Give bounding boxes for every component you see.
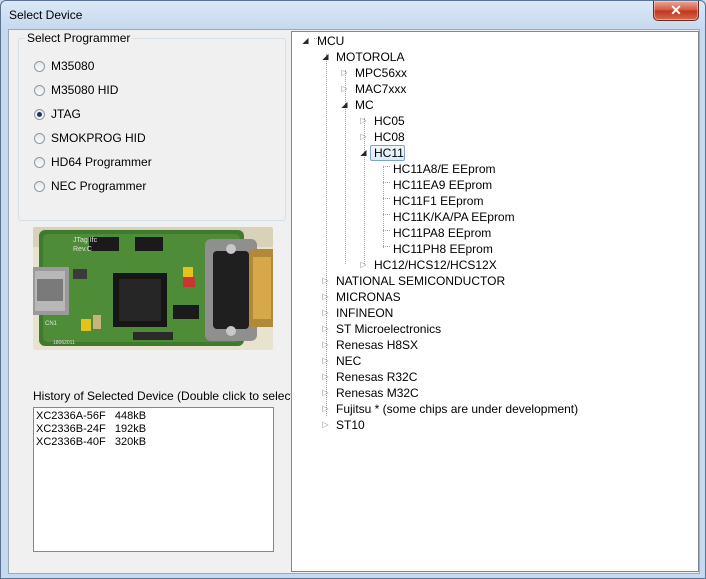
tree-node-hc12[interactable]: HC12/HCS12/HCS12X — [374, 257, 497, 273]
radio-circle — [34, 84, 45, 96]
tree-guide-line — [383, 246, 390, 247]
radio-label: NEC Programmer — [51, 179, 147, 193]
tree-node-st-microelectronics[interactable]: ST Microelectronics — [336, 321, 441, 337]
close-button[interactable]: ✕ — [653, 1, 699, 21]
programmer-photo: JTag Ifc Rev.C CN1 18062011 — [33, 227, 273, 350]
tree-node-hc08[interactable]: HC08 — [374, 129, 405, 145]
history-item[interactable]: XC2336A-56F 448kB — [36, 410, 146, 423]
radio-label: JTAG — [51, 107, 81, 121]
radio-circle — [34, 60, 45, 72]
tree-node-infineon[interactable]: INFINEON — [336, 305, 393, 321]
collapsed-arrow-icon[interactable]: ▷ — [321, 289, 330, 305]
tree-node-st10[interactable]: ST10 — [336, 417, 365, 433]
collapsed-arrow-icon[interactable]: ▷ — [321, 337, 330, 353]
close-icon: ✕ — [670, 2, 682, 18]
radio-jtag[interactable]: JTAG — [34, 106, 81, 122]
board-connector-ref: CN1 — [45, 321, 58, 327]
tree-guide-line — [383, 214, 390, 215]
expanded-arrow-icon[interactable]: ◢ — [321, 49, 330, 65]
collapsed-arrow-icon[interactable]: ▷ — [359, 113, 368, 129]
collapsed-arrow-icon[interactable]: ▷ — [321, 321, 330, 337]
tree-node-renesas-m32c[interactable]: Renesas M32C — [336, 385, 419, 401]
tree-node-hc11-selected[interactable]: HC11 — [374, 145, 404, 161]
tree-guide-line — [383, 198, 390, 199]
history-listbox[interactable]: XC2336A-56F 448kB XC2336B-24F 192kB XC23… — [33, 407, 274, 552]
collapsed-arrow-icon[interactable]: ▷ — [340, 81, 349, 97]
radio-circle — [34, 156, 45, 168]
tree-node-hc05[interactable]: HC05 — [374, 113, 405, 129]
tree-node-hc11ea9-eeprom[interactable]: HC11EA9 EEprom — [393, 177, 492, 193]
collapsed-arrow-icon[interactable]: ▷ — [321, 417, 330, 433]
tree-node-hc11ph8-eeprom[interactable]: HC11PH8 EEprom — [393, 241, 493, 257]
tree-node-nec[interactable]: NEC — [336, 353, 361, 369]
board-date: 18062011 — [53, 340, 75, 346]
collapsed-arrow-icon[interactable]: ▷ — [359, 257, 368, 273]
tree-guide-line — [383, 166, 384, 248]
board-caption: JTag Ifc — [73, 237, 98, 244]
expanded-arrow-icon[interactable]: ◢ — [359, 145, 368, 161]
device-tree[interactable]: ◢ MCU ◢ MOTOROLA ▷ MPC56xx ▷ MAC7xxx ◢ M… — [291, 31, 699, 572]
tree-node-renesas-r32c[interactable]: Renesas R32C — [336, 369, 417, 385]
tree-node-hc11pa8-eeprom[interactable]: HC11PA8 EEprom — [393, 225, 491, 241]
collapsed-arrow-icon[interactable]: ▷ — [321, 401, 330, 417]
tree-node-mc[interactable]: MC — [355, 97, 374, 113]
tree-guide-line — [383, 182, 390, 183]
board-rev: Rev.C — [73, 246, 92, 253]
history-item[interactable]: XC2336B-24F 192kB — [36, 423, 146, 436]
radio-circle — [34, 132, 45, 144]
jtag-board-image: JTag Ifc Rev.C CN1 18062011 — [33, 227, 273, 350]
radio-label: HD64 Programmer — [51, 155, 152, 169]
radio-smokprog-hid[interactable]: SMOKPROG HID — [34, 130, 146, 146]
tree-node-hc11k-eeprom[interactable]: HC11K/KA/PA EEprom — [393, 209, 515, 225]
collapsed-arrow-icon[interactable]: ▷ — [321, 305, 330, 321]
tree-guide-line — [383, 230, 390, 231]
radio-circle — [34, 180, 45, 192]
collapsed-arrow-icon[interactable]: ▷ — [321, 385, 330, 401]
tree-node-hc11a8-eeprom[interactable]: HC11A8/E EEprom — [393, 161, 496, 177]
tree-node-micronas[interactable]: MICRONAS — [336, 289, 401, 305]
collapsed-arrow-icon[interactable]: ▷ — [359, 129, 368, 145]
tree-node-mac7xxx[interactable]: MAC7xxx — [355, 81, 406, 97]
tree-node-mcu[interactable]: MCU — [317, 33, 344, 49]
collapsed-arrow-icon[interactable]: ▷ — [321, 353, 330, 369]
expanded-arrow-icon[interactable]: ◢ — [340, 97, 349, 113]
tree-node-hc11f1-eeprom[interactable]: HC11F1 EEprom — [393, 193, 483, 209]
history-label: History of Selected Device (Double click… — [33, 389, 298, 403]
radio-m35080[interactable]: M35080 — [34, 58, 94, 74]
radio-m35080-hid[interactable]: M35080 HID — [34, 82, 118, 98]
expanded-arrow-icon[interactable]: ◢ — [301, 33, 310, 49]
tree-node-renesas-h8sx[interactable]: Renesas H8SX — [336, 337, 418, 353]
radio-nec-programmer[interactable]: NEC Programmer — [34, 178, 146, 194]
collapsed-arrow-icon[interactable]: ▷ — [340, 65, 349, 81]
tree-node-fujitsu[interactable]: Fujitsu * (some chips are under developm… — [336, 401, 578, 417]
collapsed-arrow-icon[interactable]: ▷ — [321, 369, 330, 385]
window-title: Select Device — [9, 8, 83, 22]
radio-label: M35080 — [51, 59, 95, 73]
programmer-groupbox: Select Programmer M35080 M35080 HID JTAG… — [18, 31, 286, 221]
radio-hd64-programmer[interactable]: HD64 Programmer — [34, 154, 152, 170]
tree-node-motorola[interactable]: MOTOROLA — [336, 49, 404, 65]
radio-label: SMOKPROG HID — [51, 131, 146, 145]
programmer-group-title: Select Programmer — [25, 31, 133, 45]
history-item[interactable]: XC2336B-40F 320kB — [36, 436, 146, 449]
tree-node-mpc56xx[interactable]: MPC56xx — [355, 65, 407, 81]
select-device-dialog: Select Device ✕ Select Programmer M35080… — [0, 0, 706, 579]
radio-label: M35080 HID — [51, 83, 119, 97]
collapsed-arrow-icon[interactable]: ▷ — [321, 273, 330, 289]
dialog-body: Select Programmer M35080 M35080 HID JTAG… — [8, 29, 700, 574]
radio-circle-selected — [34, 108, 45, 120]
title-bar[interactable]: Select Device ✕ — [1, 1, 705, 29]
tree-node-national-semiconductor[interactable]: NATIONAL SEMICONDUCTOR — [336, 273, 505, 289]
tree-guide-line — [383, 166, 390, 167]
